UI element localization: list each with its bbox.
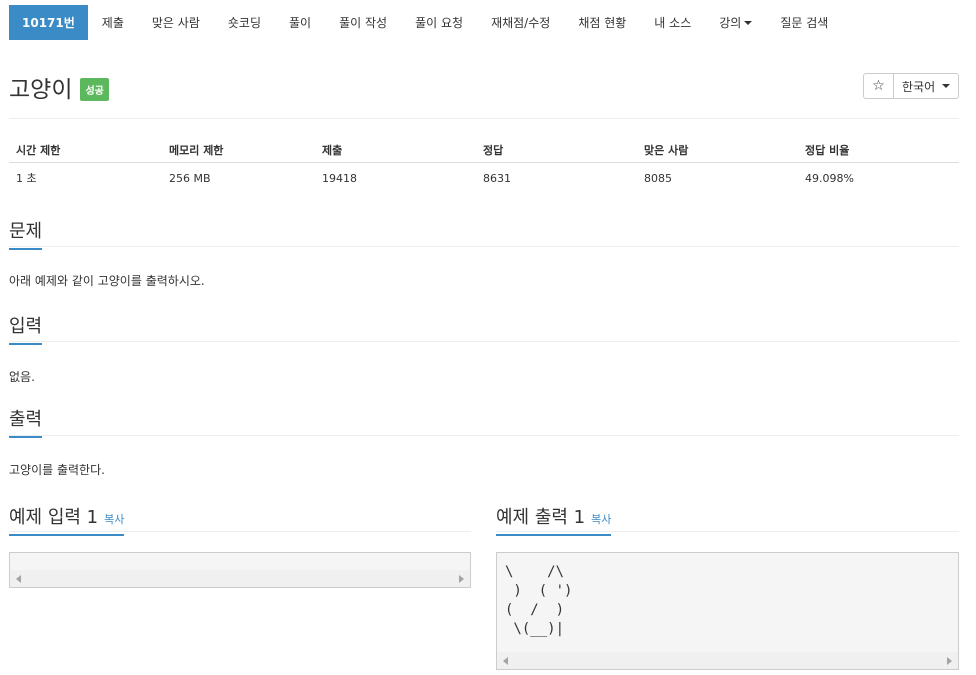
sample-input-box[interactable] <box>9 552 471 588</box>
language-dropdown[interactable]: 한국어 <box>894 73 959 99</box>
star-icon: ☆ <box>872 78 885 94</box>
table-cell: 49.098% <box>805 171 854 185</box>
tab-rejudge[interactable]: 재채점/수정 <box>477 5 564 40</box>
tab-label: 맞은 사람 <box>151 16 200 30</box>
tab-label: 제출 <box>101 16 124 30</box>
table-cell: 19418 <box>322 171 357 185</box>
sample-output-content: \ /\ ) ( ') ( / ) \(__)| <box>505 564 573 637</box>
tab-short-coding[interactable]: 숏코딩 <box>214 5 275 40</box>
tab-question-search[interactable]: 질문 검색 <box>766 5 842 40</box>
heading-underline <box>9 436 42 438</box>
column-header: 맞은 사람 <box>637 137 798 163</box>
scroll-left-icon[interactable] <box>16 575 21 583</box>
table-cell: 256 MB <box>169 171 211 185</box>
heading-underline <box>496 534 611 536</box>
column-header: 정답 비율 <box>798 137 959 163</box>
tab-label: 풀이 작성 <box>339 16 388 30</box>
table-cell: 8631 <box>483 171 511 185</box>
tab-accepted-users[interactable]: 맞은 사람 <box>138 5 214 40</box>
table-header-row: 시간 제한 메모리 제한 제출 정답 맞은 사람 정답 비율 <box>9 137 959 163</box>
heading-underline <box>9 248 42 250</box>
problem-header: 고양이 성공 <box>9 70 109 104</box>
copy-output-button[interactable]: 복사 <box>591 513 611 526</box>
tab-write-solution[interactable]: 풀이 작성 <box>325 5 401 40</box>
heading-underline <box>9 534 124 536</box>
output-description: 고양이를 출력한다. <box>9 463 105 477</box>
tab-label: 풀이 <box>289 16 312 30</box>
horizontal-scrollbar[interactable] <box>497 652 958 669</box>
tab-label: 숏코딩 <box>227 16 261 30</box>
tab-label: 채점 현황 <box>578 16 627 30</box>
tab-status[interactable]: 채점 현황 <box>564 5 640 40</box>
input-section-heading: 입력 <box>9 312 43 345</box>
divider <box>9 118 959 119</box>
column-header: 시간 제한 <box>9 137 162 163</box>
table-cell: 8085 <box>644 171 672 185</box>
tab-request-solution[interactable]: 풀이 요청 <box>401 5 477 40</box>
tab-my-source[interactable]: 내 소스 <box>640 5 705 40</box>
tab-label: 재채점/수정 <box>491 16 551 30</box>
column-header: 메모리 제한 <box>162 137 315 163</box>
tab-label: 질문 검색 <box>780 16 829 30</box>
page-title: 고양이 <box>9 77 73 103</box>
section-title: 문제 <box>9 221 43 242</box>
table-row: 1 초 256 MB 19418 8631 8085 49.098% <box>9 163 959 194</box>
horizontal-scrollbar[interactable] <box>10 570 470 587</box>
problem-section-heading: 문제 <box>9 217 43 250</box>
language-label: 한국어 <box>902 79 936 94</box>
section-title: 출력 <box>9 409 43 430</box>
divider <box>9 435 959 436</box>
section-title: 예제 입력 1 <box>9 507 99 528</box>
divider <box>9 531 471 532</box>
divider <box>496 531 959 532</box>
column-header: 제출 <box>315 137 476 163</box>
sample-input-content <box>10 553 470 569</box>
copy-input-button[interactable]: 복사 <box>104 513 124 526</box>
tab-label: 풀이 요청 <box>415 16 464 30</box>
output-section-heading: 출력 <box>9 405 43 438</box>
column-header: 정답 <box>476 137 637 163</box>
tab-problem-number[interactable]: 10171번 <box>9 5 88 40</box>
section-title: 입력 <box>9 316 43 337</box>
divider <box>9 341 959 342</box>
tab-submit[interactable]: 제출 <box>88 5 138 40</box>
input-description: 없음. <box>9 370 35 384</box>
tab-lectures[interactable]: 강의 <box>705 5 766 40</box>
tab-label: 10171번 <box>22 16 75 30</box>
problem-nav: 10171번 제출 맞은 사람 숏코딩 풀이 풀이 작성 풀이 요청 재채점/수… <box>9 5 842 40</box>
scroll-right-icon[interactable] <box>947 657 952 665</box>
problem-description: 아래 예제와 같이 고양이를 출력하시오. <box>9 274 205 288</box>
heading-underline <box>9 343 42 345</box>
status-badge: 성공 <box>80 77 109 101</box>
divider <box>9 246 959 247</box>
scroll-right-icon[interactable] <box>459 575 464 583</box>
tab-label: 강의 <box>719 16 742 30</box>
favorite-button[interactable]: ☆ <box>863 73 894 99</box>
table-cell: 1 초 <box>16 172 37 185</box>
tab-label: 내 소스 <box>654 16 692 30</box>
chevron-down-icon <box>942 84 950 88</box>
scroll-left-icon[interactable] <box>503 657 508 665</box>
problem-info-table: 시간 제한 메모리 제한 제출 정답 맞은 사람 정답 비율 1 초 256 M… <box>9 137 959 193</box>
tab-solutions[interactable]: 풀이 <box>275 5 325 40</box>
sample-output-box[interactable]: \ /\ ) ( ') ( / ) \(__)| <box>496 552 959 670</box>
chevron-down-icon <box>744 20 753 25</box>
section-title: 예제 출력 1 <box>496 507 586 528</box>
